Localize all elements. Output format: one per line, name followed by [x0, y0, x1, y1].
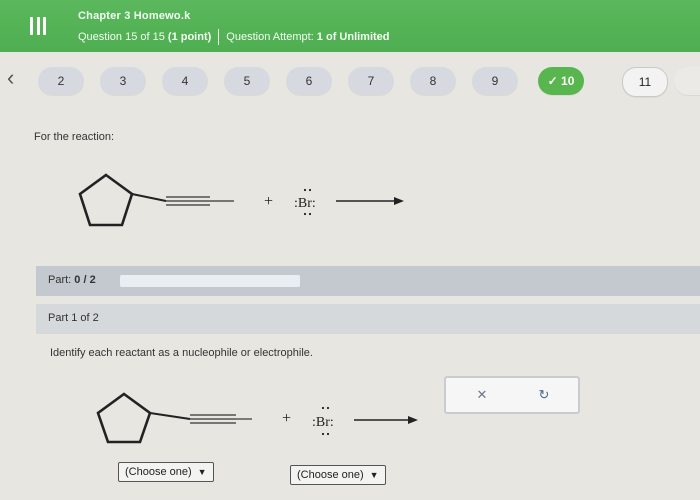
part-header: Part 1 of 2 [36, 304, 700, 334]
question-nav-item[interactable]: ✓ 10 [538, 67, 584, 95]
instruction-text: Identify each reactant as a nucleophile … [50, 347, 313, 359]
alkyne-triple-bond [166, 196, 210, 206]
attempt-value: 1 of Unlimited [316, 30, 390, 43]
header-bar: Chapter 3 Homewo.k Question 15 of 15 (1 … [0, 0, 700, 52]
question-points: (1 point) [167, 30, 212, 43]
alkyne-triple-bond [190, 414, 236, 424]
cyclopentane-ring [96, 392, 152, 444]
question-nav-item[interactable]: 8 [410, 67, 456, 95]
plus-sign: + [282, 410, 291, 427]
question-nav-item-next[interactable] [674, 67, 700, 95]
question-nav-item[interactable]: 9 [472, 67, 518, 95]
question-nav-item[interactable]: 2 [38, 67, 84, 95]
ring-bond [149, 412, 191, 420]
answer-reaction-diagram: + :Br: [96, 392, 418, 444]
reactant-1-select[interactable]: (Choose one) ▼ [118, 462, 214, 482]
question-nav-item[interactable]: 5 [224, 67, 270, 95]
chevron-down-icon: ▼ [369, 470, 379, 480]
ring-bond [131, 193, 167, 202]
reaction-label: For the reaction: [34, 131, 115, 143]
reactant-2-select[interactable]: (Choose one) ▼ [290, 465, 386, 485]
bromide-reagent: :Br: [312, 415, 334, 430]
attempt-label: Question Attempt: [226, 30, 314, 43]
chevron-down-icon: ▼ [197, 467, 207, 477]
reaction-diagram: + :Br: [78, 173, 404, 227]
plus-sign: + [264, 193, 273, 210]
question-nav-item[interactable]: 3 [100, 67, 146, 95]
question-nav-item[interactable]: 11 [622, 67, 668, 97]
reaction-arrow-head [394, 197, 404, 205]
question-nav-item[interactable]: 7 [348, 67, 394, 95]
question-nav-item[interactable]: 6 [286, 67, 332, 95]
question-info: Question 15 of 15 (1 point) Question Atte… [78, 29, 390, 45]
bromide-reagent: :Br: [294, 196, 316, 211]
progress-track [120, 275, 300, 287]
assignment-title: Chapter 3 Homewo.k [78, 10, 191, 22]
reaction-arrow-head [408, 416, 418, 424]
question-nav: ‹ 2 3 4 5 6 7 8 9 ✓ 10 11 [0, 63, 700, 99]
reset-button[interactable]: ↻ [520, 384, 568, 406]
header-separator [218, 29, 220, 45]
clear-button[interactable]: ✕ [458, 384, 506, 406]
menu-icon[interactable] [30, 17, 46, 35]
question-nav-item[interactable]: 4 [162, 67, 208, 95]
part-progress-bar: Part: 0 / 2 [36, 266, 700, 296]
cyclopentane-ring [78, 173, 134, 227]
answer-tools: ✕ ↻ [444, 376, 580, 414]
part-label: Part: 0 / 2 [48, 274, 96, 286]
chevron-left-icon[interactable]: ‹ [7, 67, 14, 89]
question-progress: Question 15 of 15 [78, 30, 165, 43]
part-of-label: Part 1 of 2 [48, 312, 99, 324]
